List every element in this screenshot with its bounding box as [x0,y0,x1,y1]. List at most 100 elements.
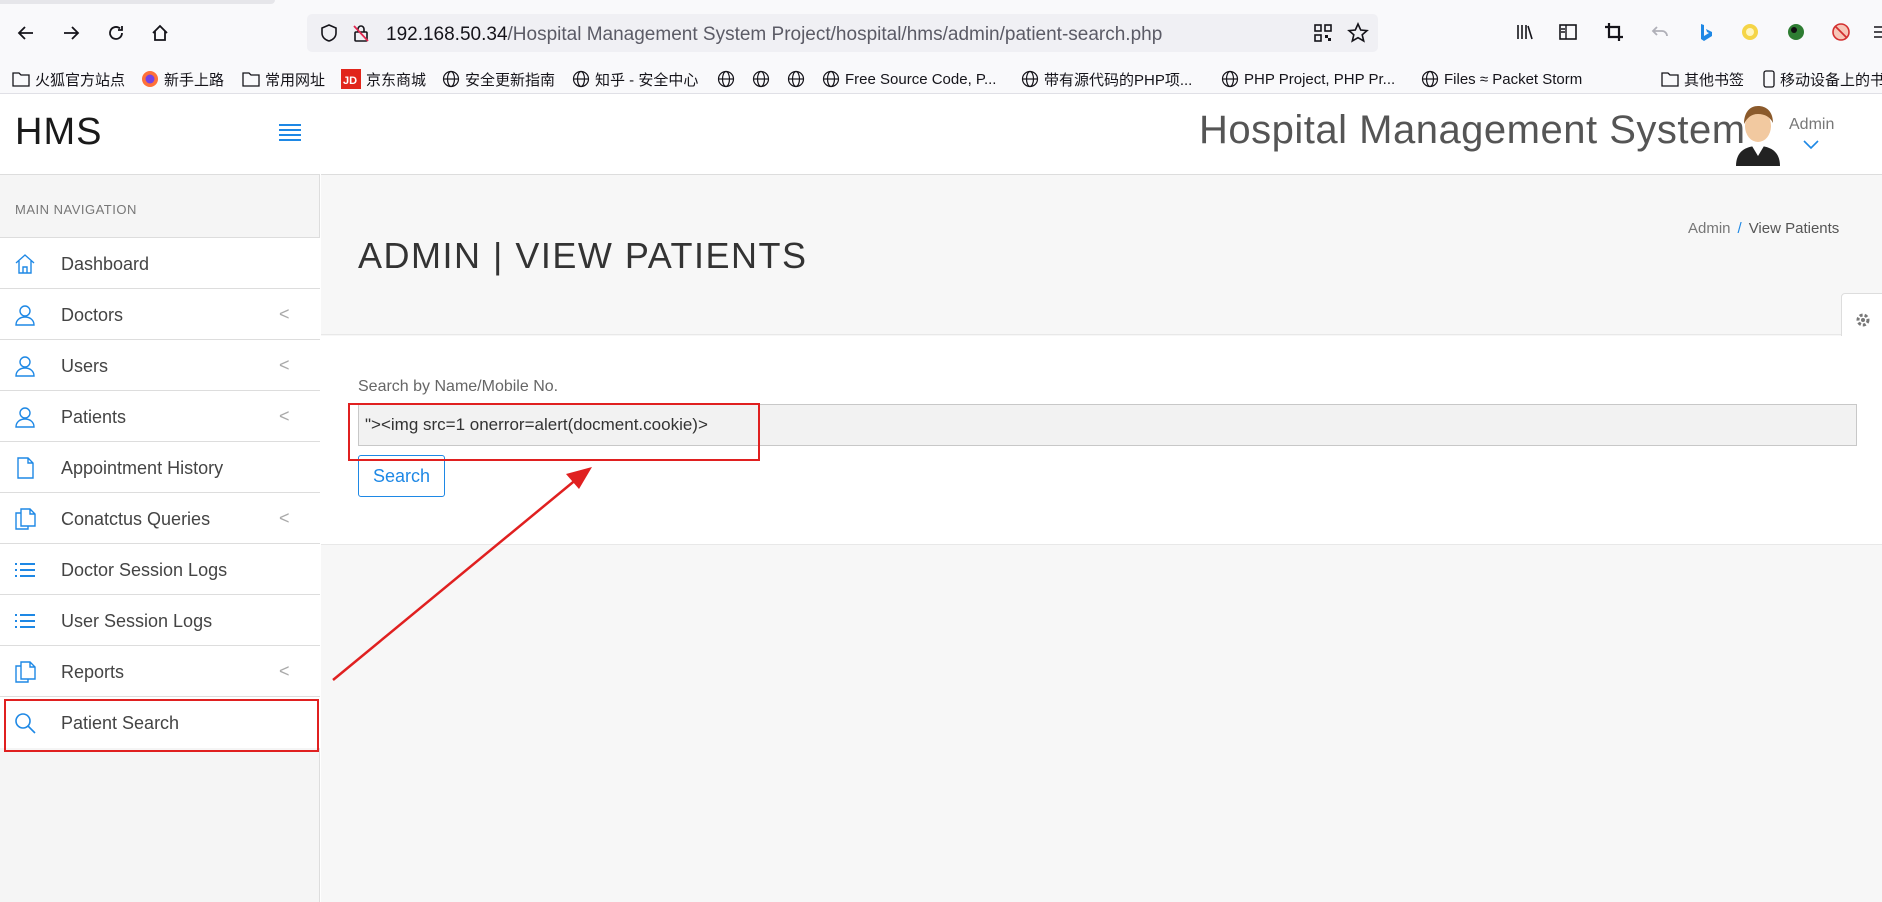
globe-icon [752,70,770,88]
insecure-lock-icon[interactable] [351,23,371,43]
sidebar-item-label: Users [61,356,109,376]
bookmarks-bar: 火狐官方站点 新手上路 常用网址 JD 京东商城 安全更新指南 知乎 - 安全中… [0,64,1882,94]
sidebar-item-contactus-queries[interactable]: Conatctus Queries < [0,493,320,544]
list-icon [13,558,37,582]
home-button[interactable] [148,21,172,45]
bing-icon[interactable] [1694,21,1716,43]
bookmark-item[interactable] [752,68,770,90]
breadcrumb-separator: / [1737,220,1742,237]
sidebar-nav: Dashboard Doctors < Users < Patients < A… [0,237,320,748]
bookmark-label: 安全更新指南 [465,71,556,89]
browser-toolbar: 192.168.50.34/Hospital Management System… [0,0,1882,66]
folder-icon [12,71,30,87]
bookmark-label: 火狐官方站点 [35,71,126,89]
extension-yellow-icon[interactable] [1739,21,1761,43]
sidebar-item-label: User Session Logs [61,611,213,631]
mobile-icon [1763,70,1775,88]
admin-username[interactable]: Admin [1789,116,1834,134]
globe-icon [1021,70,1039,88]
svg-text:JD: JD [343,75,357,87]
bookmark-item[interactable]: 常用网址 [242,68,325,90]
brand-logo[interactable]: HMS [15,111,102,154]
chevron-left-icon: < [279,406,290,426]
globe-icon [717,70,735,88]
bookmark-label: Files ≈ Packet Storm [1444,70,1583,88]
bookmark-label: 移动设备上的书 [1780,71,1882,89]
undo-icon[interactable] [1649,21,1671,43]
bookmark-star-icon[interactable] [1347,22,1369,44]
bookmark-item[interactable]: PHP Project, PHP Pr... [1221,68,1395,90]
sidebar-item-doctor-session-logs[interactable]: Doctor Session Logs [0,544,320,595]
reload-button[interactable] [104,21,128,45]
qr-code-icon[interactable] [1313,23,1333,43]
globe-icon [822,70,840,88]
bookmark-item[interactable]: 移动设备上的书 [1763,68,1882,90]
bookmark-item[interactable]: 安全更新指南 [442,68,555,90]
sidebar-item-reports[interactable]: Reports < [0,646,320,697]
bookmark-item[interactable]: 其他书签 [1661,68,1744,90]
bookmark-item[interactable]: Files ≈ Packet Storm [1421,68,1582,90]
bookmark-item[interactable]: JD 京东商城 [341,68,426,90]
bookmark-label: Free Source Code, P... [845,70,997,88]
url-bar[interactable]: 192.168.50.34/Hospital Management System… [307,14,1378,52]
folder-icon [242,71,260,87]
hms-app: HMS MAIN NAVIGATION Dashboard Doctors < … [0,94,1882,902]
bookmark-item[interactable]: 火狐官方站点 [12,68,125,90]
library-icon[interactable] [1514,21,1536,43]
back-button[interactable] [14,21,38,45]
bookmark-label: 知乎 - 安全中心 [595,71,699,89]
bookmark-item[interactable]: 知乎 - 安全中心 [572,68,698,90]
url-host: 192.168.50.34 [386,24,508,45]
breadcrumb-current: View Patients [1748,220,1840,237]
bookmark-item[interactable]: Free Source Code, P... [822,68,996,90]
block-icon[interactable] [1830,21,1852,43]
bookmark-label: 新手上路 [164,71,225,89]
chevron-left-icon: < [279,304,290,324]
sidebar-item-label: Doctor Session Logs [61,560,228,580]
bookmark-label: 带有源代码的PHP项... [1044,71,1193,89]
search-button[interactable]: Search [358,455,445,497]
sidebar: HMS MAIN NAVIGATION Dashboard Doctors < … [0,94,320,902]
url-text[interactable]: 192.168.50.34/Hospital Management System… [386,24,1162,46]
bookmark-item[interactable]: 新手上路 [141,68,224,90]
bookmark-label: 其他书签 [1684,71,1745,89]
chevron-left-icon: < [279,508,290,528]
crop-icon[interactable] [1603,21,1625,43]
url-path: /Hospital Management System Project/hosp… [507,24,1163,45]
chevron-down-icon[interactable] [1802,138,1820,156]
search-label: Search by Name/Mobile No. [358,378,559,395]
bookmark-label: 京东商城 [366,71,427,89]
sidebar-toggle-icon[interactable] [1557,21,1579,43]
user-icon [13,354,37,378]
file-icon [13,456,37,480]
bookmark-item[interactable] [717,68,735,90]
extension-green-icon[interactable] [1785,21,1807,43]
globe-icon [1421,70,1439,88]
hamburger-menu-icon[interactable] [279,124,301,144]
main-content: ADMIN | VIEW PATIENTS Admin / View Patient… [321,175,1882,902]
list-icon [13,609,37,633]
user-icon [13,303,37,327]
main-navigation-label: MAIN NAVIGATION [15,202,137,217]
breadcrumb-admin[interactable]: Admin [1688,220,1731,237]
sidebar-item-doctors[interactable]: Doctors < [0,289,320,340]
globe-icon [442,70,460,88]
sidebar-item-label: Dashboard [61,254,150,274]
chevron-left-icon: < [279,355,290,375]
globe-icon [1221,70,1239,88]
sidebar-item-patients[interactable]: Patients < [0,391,320,442]
admin-avatar[interactable] [1732,104,1784,166]
bookmark-item[interactable]: 带有源代码的PHP项... [1021,68,1192,90]
sidebar-item-users[interactable]: Users < [0,340,320,391]
sidebar-item-dashboard[interactable]: Dashboard [0,238,320,289]
page-header: ADMIN | VIEW PATIENTS Admin / View Patient… [321,175,1882,347]
annotation-box-input [348,403,760,461]
menu-icon[interactable] [1868,21,1882,43]
sidebar-item-user-session-logs[interactable]: User Session Logs [0,595,320,646]
sidebar-item-label: Doctors [61,305,124,325]
shield-icon[interactable] [319,23,339,43]
sidebar-item-appointment-history[interactable]: Appointment History [0,442,320,493]
forward-button[interactable] [59,21,83,45]
bookmark-item[interactable] [787,68,805,90]
page-title: ADMIN | VIEW PATIENTS [358,235,808,276]
